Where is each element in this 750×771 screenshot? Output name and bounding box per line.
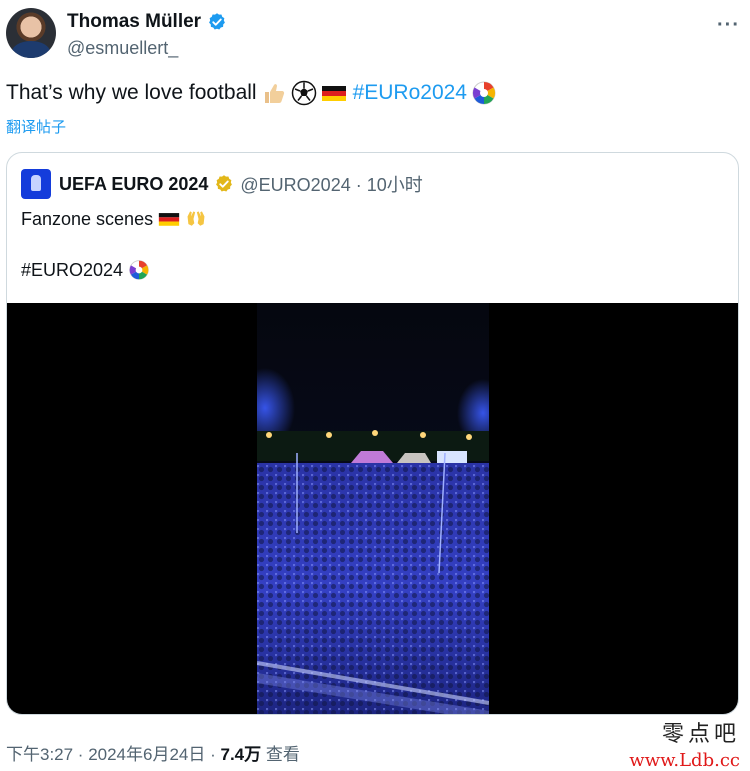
euro-hashflag-icon xyxy=(129,260,149,280)
tweet-hashtag[interactable]: #EURo2024 xyxy=(353,81,467,105)
author-name-row: Thomas Müller xyxy=(67,11,227,33)
quoted-hashtag[interactable]: #EURO2024 xyxy=(21,260,123,281)
germany-flag-emoji-icon xyxy=(158,213,180,226)
translate-post-link[interactable]: 翻译帖子 xyxy=(6,116,66,137)
soccer-ball-emoji-icon xyxy=(291,80,316,106)
thumbs-up-emoji-icon xyxy=(264,84,284,103)
video-thumbnail[interactable] xyxy=(257,303,489,714)
author-avatar[interactable] xyxy=(6,8,56,58)
views-label: 查看 xyxy=(265,745,300,764)
author-name[interactable]: Thomas Müller xyxy=(67,11,201,33)
tweet-header: Thomas Müller @esmuellert_ ··· xyxy=(6,8,744,62)
video-player[interactable] xyxy=(7,303,738,714)
quoted-text: Fanzone scenes xyxy=(21,208,154,229)
tweet-meta: 下午3:27 · 2024年6月24日 · 7.4万 查看 xyxy=(6,740,300,765)
quoted-text-line1: Fanzone scenes xyxy=(21,208,207,230)
watermark-chinese: 零点吧 xyxy=(661,722,740,747)
raised-hands-emoji-icon xyxy=(187,211,205,226)
quoted-handle-time[interactable]: @EURO2024 · 10小时 xyxy=(240,171,422,197)
quoted-text-line2: #EURO2024 xyxy=(21,259,150,281)
tweet-text: That’s why we love football xyxy=(6,81,257,104)
tweet-body: That’s why we love football #EURo2024 xyxy=(6,80,497,106)
fanzone-crowd-image xyxy=(257,303,489,714)
germany-flag-emoji-icon xyxy=(321,86,346,101)
gold-verified-badge-icon xyxy=(216,175,233,192)
author-handle[interactable]: @esmuellert_ xyxy=(67,38,178,59)
post-timestamp[interactable]: 下午3:27 · 2024年6月24日 · xyxy=(6,745,220,764)
euro-hashflag-icon xyxy=(472,81,496,105)
view-count: 7.4万 xyxy=(220,745,262,764)
uefa-euro-avatar[interactable] xyxy=(21,169,51,199)
watermark-url: www.Ldb.cc xyxy=(629,750,740,771)
verified-badge-icon xyxy=(209,13,225,30)
site-watermark: 零点吧 www.Ldb.cc xyxy=(629,716,740,771)
quoted-author-name[interactable]: UEFA EURO 2024 xyxy=(59,174,208,195)
quoted-header: UEFA EURO 2024 @EURO2024 · 10小时 xyxy=(21,169,423,199)
quoted-tweet-card[interactable]: UEFA EURO 2024 @EURO2024 · 10小时 Fanzone … xyxy=(6,152,739,715)
more-options-icon[interactable]: ··· xyxy=(717,14,740,37)
